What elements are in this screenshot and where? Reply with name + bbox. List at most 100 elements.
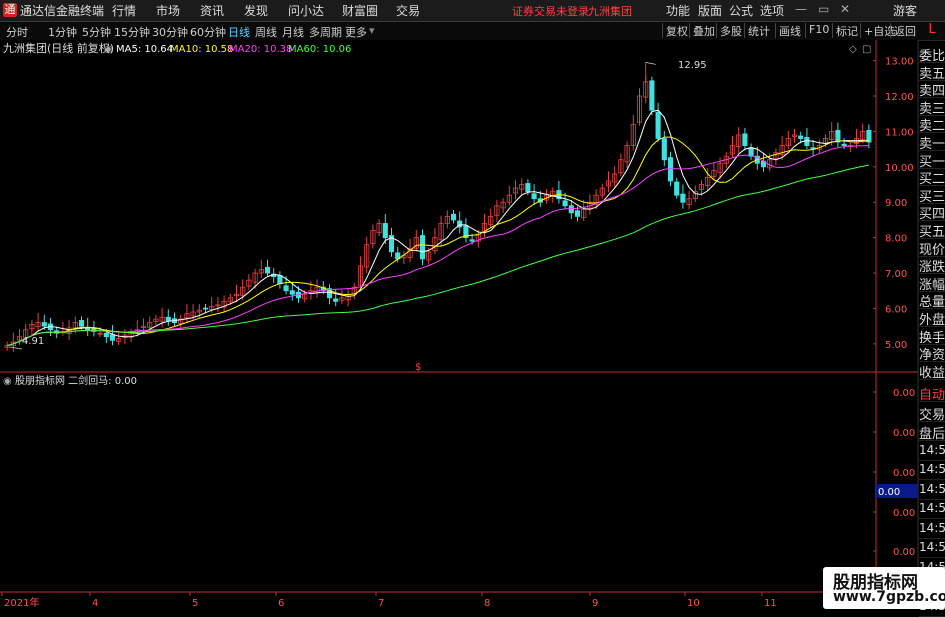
- diamond-icon[interactable]: ◇: [849, 44, 857, 55]
- candle-body: [333, 298, 339, 302]
- candle-body: [655, 111, 661, 139]
- menu-item-quotes[interactable]: 行情: [112, 2, 136, 19]
- high-label: 12.95: [678, 60, 707, 71]
- menu-item-function[interactable]: 功能: [666, 2, 690, 19]
- side-item-2: 卖四: [919, 80, 945, 99]
- ind-ytick-label: 0.00: [893, 388, 915, 399]
- xtick-label: 11: [764, 598, 777, 609]
- xtick-label: 10: [687, 598, 700, 609]
- tab-1min[interactable]: 1分钟: [48, 24, 77, 40]
- adjust-button[interactable]: 复权: [662, 23, 688, 38]
- indicator-settings-icon[interactable]: ◉: [3, 376, 12, 387]
- side-item-6: 买一: [919, 151, 945, 169]
- ma10-label: MA10: 10.58: [170, 44, 233, 55]
- candle-body: [264, 266, 271, 274]
- menu-item-wealth[interactable]: 财富圈: [342, 2, 378, 19]
- candle-body: [419, 235, 426, 260]
- candle-body: [680, 193, 686, 203]
- candle-body: [835, 129, 841, 143]
- guest-button[interactable]: 游客: [893, 2, 917, 19]
- f10-button[interactable]: F10: [805, 23, 829, 38]
- app-title: 通达信金融终端: [20, 4, 105, 18]
- side-item-15: 外盘: [919, 309, 945, 327]
- kline-chart[interactable]: 13.00 12.00 11.00 10.00 9.00 8.00 7.00 6.00 5.00…: [0, 40, 945, 609]
- tab-5min[interactable]: 5分钟: [82, 24, 111, 40]
- side-item-7: 买二: [919, 168, 945, 187]
- stock-name-header: 九洲集团: [588, 5, 632, 18]
- side-item-0: 委比: [919, 45, 945, 63]
- stats-button[interactable]: 统计: [744, 23, 770, 38]
- menu-item-discover[interactable]: 发现: [244, 2, 268, 19]
- minimize-icon[interactable]: —: [795, 2, 807, 16]
- indicator-title: 股朋指标网 二剑回马: 0.00: [15, 374, 137, 387]
- candle-body: [289, 290, 295, 295]
- xtick-label: 5: [192, 598, 198, 609]
- tab-more[interactable]: 更多: [345, 24, 367, 40]
- side-item-18: 收益: [919, 362, 945, 380]
- side-item-9: 买四: [919, 203, 945, 222]
- side-trade-item-0[interactable]: 自动: [919, 384, 945, 402]
- side-item-17: 净资: [919, 344, 945, 363]
- tab-daily[interactable]: 日线: [228, 24, 250, 40]
- mark-button[interactable]: 标记: [832, 23, 858, 38]
- tab-15min[interactable]: 15分钟: [114, 24, 150, 40]
- tab-30min[interactable]: 30分钟: [152, 24, 188, 40]
- ind-ytick-label: 0.00: [893, 547, 915, 558]
- candle-body: [748, 147, 754, 157]
- menu-item-options[interactable]: 选项: [760, 2, 784, 19]
- side-item-5: 卖一: [919, 133, 945, 151]
- candle-body: [41, 322, 47, 327]
- close-icon[interactable]: ✕: [840, 2, 850, 16]
- ytick-label: 10.00: [885, 163, 914, 174]
- side-item-10: 买五: [919, 221, 945, 239]
- ytick-label: 13.00: [885, 57, 914, 68]
- xtick-label: 2021年: [4, 596, 39, 609]
- side-corner-label: L: [928, 22, 936, 37]
- tab-weekly[interactable]: 周线: [255, 24, 277, 40]
- side-trade-item-1[interactable]: 交易: [919, 404, 945, 422]
- restore-icon[interactable]: ▭: [818, 2, 829, 16]
- tab-monthly[interactable]: 月线: [282, 24, 304, 40]
- menu-item-trade[interactable]: 交易: [396, 2, 420, 19]
- tab-60min[interactable]: 60分钟: [190, 24, 226, 40]
- side-item-11: 现价: [919, 239, 945, 257]
- side-item-3: 卖三: [919, 98, 945, 116]
- ma20-label: MA20: 10.38: [229, 44, 292, 55]
- back-button[interactable]: 返回: [890, 23, 916, 38]
- menu-item-market[interactable]: 市场: [156, 2, 180, 19]
- ind-ytick-label: 0.00: [893, 428, 915, 439]
- tab-multi-period[interactable]: 多周期: [309, 24, 342, 40]
- period-toolbar: 分时 1分钟 5分钟 15分钟 30分钟 60分钟 日线 周线 月线 多周期 更…: [0, 22, 945, 41]
- side-item-12: 涨跌: [919, 256, 945, 275]
- candle-body: [804, 137, 810, 146]
- candle-body: [667, 157, 674, 182]
- side-trade-item-2[interactable]: 盘后: [919, 423, 945, 441]
- expand-icon[interactable]: ▢: [862, 44, 871, 55]
- side-item-14: 总量: [919, 291, 945, 310]
- chevron-down-icon[interactable]: ▾: [369, 24, 375, 37]
- side-item-16: 换手: [919, 327, 945, 345]
- candle-body: [165, 316, 171, 322]
- menu-item-layout[interactable]: 版面: [698, 2, 722, 19]
- tab-intraday[interactable]: 分时: [6, 24, 28, 40]
- multi-stock-button[interactable]: 多股: [716, 23, 742, 38]
- menu-item-formula[interactable]: 公式: [729, 2, 753, 19]
- side-item-4: 卖二: [919, 115, 945, 134]
- side-time-item-6: 14:56: [919, 501, 945, 519]
- draw-button[interactable]: 画线: [775, 23, 801, 38]
- settings-icon[interactable]: ◉: [104, 44, 113, 55]
- menu-item-ask[interactable]: 问小达: [288, 2, 324, 19]
- event-marker: $: [415, 362, 421, 373]
- chart-title: 九洲集团(日线 前复权): [3, 41, 114, 55]
- candle-body: [661, 138, 667, 161]
- xtick-label: 8: [484, 598, 490, 609]
- ytick-label: 11.00: [885, 127, 914, 138]
- side-time-item-8: 14:56: [919, 540, 945, 558]
- ytick-label: 9.00: [885, 198, 907, 209]
- xtick-label: 9: [592, 598, 598, 609]
- ytick-label: 12.00: [885, 92, 914, 103]
- xtick-label: 4: [92, 598, 98, 609]
- menu-item-news[interactable]: 资讯: [200, 2, 224, 19]
- overlay-button[interactable]: 叠加: [689, 23, 715, 38]
- menu-bar: 通 通达信金融终端 行情 市场 资讯 发现 问小达 财富圈 交易 证券交易未登录…: [0, 0, 945, 22]
